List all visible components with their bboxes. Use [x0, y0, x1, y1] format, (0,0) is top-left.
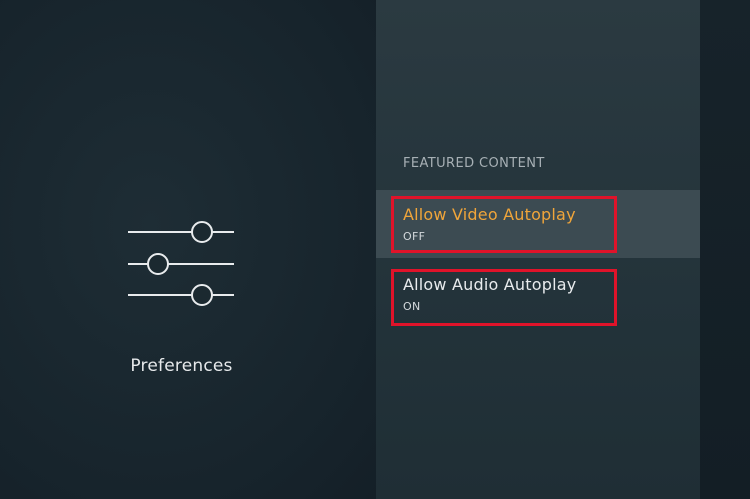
audio-autoplay-highlight — [391, 269, 617, 326]
sliders-icon — [128, 221, 234, 306]
video-autoplay-highlight — [391, 196, 617, 253]
settings-screen: Preferences FEATURED CONTENT Allow Video… — [0, 0, 750, 499]
section-heading: FEATURED CONTENT — [403, 156, 545, 171]
edge-panel — [700, 0, 750, 499]
category-pane: Preferences — [0, 0, 376, 499]
category-label: Preferences — [130, 356, 233, 376]
